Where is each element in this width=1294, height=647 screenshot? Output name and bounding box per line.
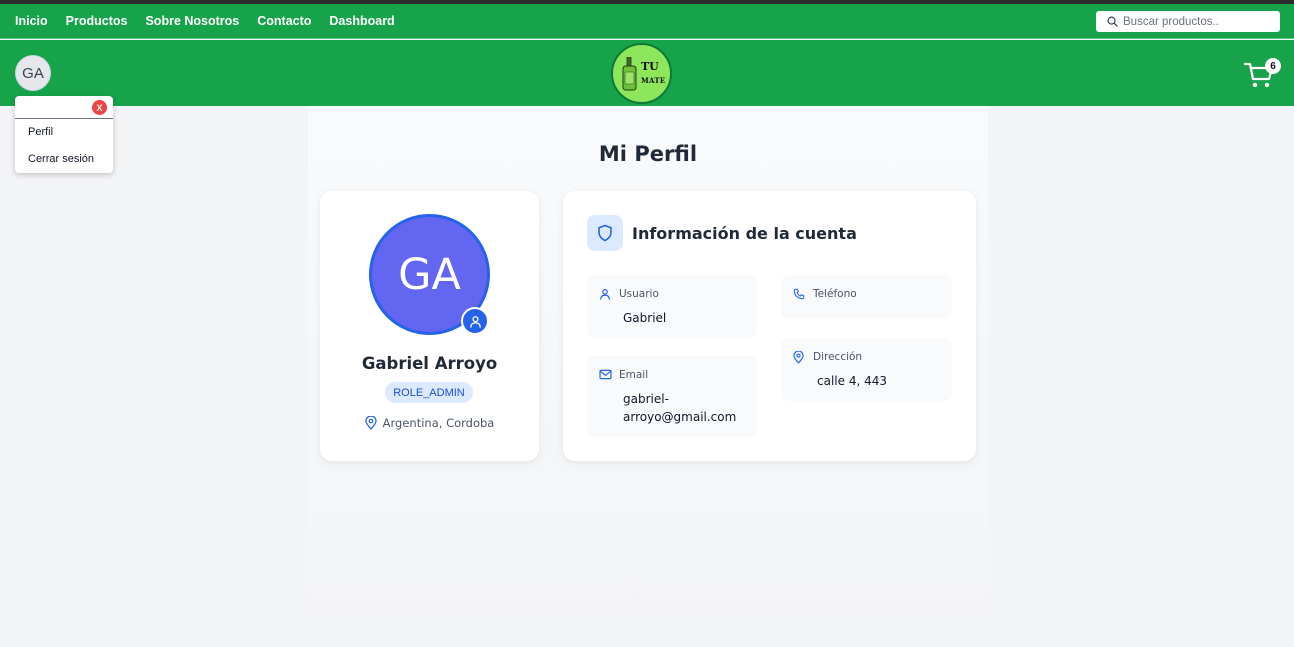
cart-button[interactable]: 6 (1244, 58, 1281, 89)
profile-content: Mi Perfil GA Gabriel Arroyo ROLE_ADMIN A… (308, 106, 988, 647)
search-box (1096, 11, 1280, 32)
logo-text-tu: TU (641, 60, 659, 73)
profile-location: Argentina, Cordoba (320, 416, 539, 430)
field-value-email-line1: gabriel- (623, 392, 669, 406)
map-pin-icon (365, 416, 377, 430)
profile-full-name: Gabriel Arroyo (361, 354, 498, 373)
search-icon (1107, 16, 1118, 27)
logo-text-mate: MATE (641, 76, 666, 85)
dropdown-divider (15, 118, 113, 119)
profile-location-text: Argentina, Cordoba (382, 416, 495, 430)
shield-icon (598, 224, 612, 242)
nav-link-inicio[interactable]: Inicio (15, 14, 48, 28)
dropdown-close-button[interactable]: X (92, 100, 107, 115)
phone-icon (793, 288, 805, 300)
menu-item-perfil[interactable]: Perfil (28, 126, 53, 138)
field-label-telefono: Teléfono (813, 288, 857, 300)
field-label-email: Email (619, 369, 649, 381)
mail-icon (599, 369, 612, 380)
search-input[interactable] (1123, 15, 1273, 28)
map-pin-icon (793, 351, 804, 364)
mate-cup-icon (622, 57, 637, 91)
nav-link-sobre-nosotros[interactable]: Sobre Nosotros (145, 14, 239, 28)
nav-link-productos[interactable]: Productos (66, 14, 128, 28)
nav-links: Inicio Productos Sobre Nosotros Contacto… (15, 14, 413, 28)
section-icon-box (587, 215, 623, 251)
profile-card: GA Gabriel Arroyo ROLE_ADMIN Argentina, … (320, 191, 539, 461)
field-value-direccion: calle 4, 443 (817, 374, 887, 388)
top-navbar: Inicio Productos Sobre Nosotros Contacto… (0, 4, 1294, 39)
brand-logo[interactable]: TU MATE (611, 43, 672, 104)
role-badge: ROLE_ADMIN (385, 382, 473, 403)
user-avatar-button[interactable]: GA (15, 55, 51, 91)
nav-link-dashboard[interactable]: Dashboard (329, 14, 394, 28)
user-icon (600, 289, 610, 300)
header-bar: GA TU MATE 6 (0, 40, 1294, 106)
page-title: Mi Perfil (598, 142, 698, 166)
avatar-user-badge (461, 307, 489, 335)
field-value-usuario: Gabriel (623, 311, 667, 325)
field-value-email-line2: arroyo@gmail.com (623, 410, 737, 424)
menu-item-cerrar-sesion[interactable]: Cerrar sesión (28, 153, 94, 165)
field-email: Email gabriel- arroyo@gmail.com (587, 356, 757, 437)
field-label-usuario: Usuario (619, 288, 659, 300)
field-label-direccion: Dirección (813, 351, 863, 363)
field-direccion: Dirección calle 4, 443 (781, 338, 952, 401)
nav-link-contacto[interactable]: Contacto (257, 14, 311, 28)
cart-count-badge: 6 (1265, 58, 1281, 74)
field-telefono: Teléfono (781, 275, 952, 319)
user-dropdown-menu: X Perfil Cerrar sesión (15, 96, 113, 173)
account-section-title: Información de la cuenta (632, 224, 857, 243)
field-usuario: Usuario Gabriel (587, 275, 757, 337)
account-info-card: Información de la cuenta Usuario Gabriel… (563, 191, 976, 461)
app-window: Inicio Productos Sobre Nosotros Contacto… (0, 4, 1294, 647)
user-icon (469, 315, 481, 328)
